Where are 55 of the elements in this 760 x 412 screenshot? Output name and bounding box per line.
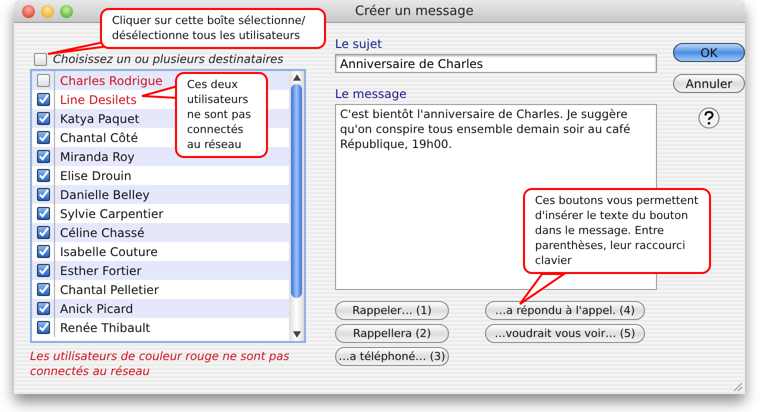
insert-text-button[interactable]: …a téléphoné… (3) [335,347,449,366]
offline-legend: Les utilisateurs de couleur rouge ne sont pas connectés au réseau [30,349,320,379]
recipient-name: Danielle Belley [59,188,150,202]
help-icon[interactable] [698,107,720,129]
recipient-checkbox[interactable] [36,188,50,201]
recipient-checkbox[interactable] [36,264,50,277]
recipient-row[interactable]: Esther Fortier [32,261,289,280]
recipient-checkbox[interactable] [36,207,50,220]
recipient-row[interactable]: Céline Chassé [32,223,289,242]
recipient-checkbox[interactable] [36,283,50,296]
scrollbar[interactable] [289,71,304,341]
callout-tooltip: Ces deux utilisateurs ne sont pas connectés au réseau [175,72,268,158]
recipient-checkbox[interactable] [36,112,50,125]
recipient-name: Chantal Pelletier [59,282,159,296]
subject-label: Le sujet [335,37,383,52]
recipient-name: Sylvie Carpentier [59,206,164,220]
recipient-checkbox[interactable] [36,150,50,163]
scrollbar-thumb[interactable] [291,84,302,298]
scroll-down-icon[interactable] [292,331,300,338]
insert-text-button[interactable]: …a répondu à l'appel. (4) [485,301,645,320]
recipient-name: Katya Paquet [59,112,140,126]
recipient-name: Chantal Côté [59,130,138,144]
recipient-name: Charles Rodrigue [59,74,163,88]
recipient-checkbox[interactable] [36,245,50,258]
recipient-name: Elise Drouin [59,168,132,182]
insert-text-button[interactable]: …voudrait vous voir… (5) [485,324,645,343]
recipients-label: Choisissez un ou plusieurs destinataires [53,52,284,66]
subject-field[interactable]: Anniversaire de Charles [335,54,657,73]
recipient-checkbox[interactable] [36,226,50,239]
recipient-name: Miranda Roy [59,150,135,164]
recipient-row[interactable]: Renée Thibault [32,318,289,337]
dialog-button[interactable]: OK [673,43,745,62]
recipient-name: Anick Picard [59,302,134,316]
recipient-row[interactable]: Danielle Belley [32,185,289,204]
recipient-name: Esther Fortier [59,264,142,278]
resize-grip-icon[interactable] [731,380,743,392]
recipient-name: Isabelle Couture [59,244,158,258]
recipient-name: Line Desilets [59,92,137,106]
recipient-name: Céline Chassé [59,226,144,240]
close-icon[interactable] [22,4,35,18]
recipient-name: Renée Thibault [59,320,150,334]
dialog-button[interactable]: Annuler [673,74,745,93]
recipient-checkbox[interactable] [36,302,50,315]
recipient-checkbox[interactable] [36,131,50,144]
recipient-checkbox[interactable] [36,93,50,106]
window-title: Créer un message [355,4,474,18]
recipient-checkbox[interactable] [36,169,50,182]
scroll-up-icon[interactable] [292,74,300,81]
insert-text-button[interactable]: Rappellera (2) [335,324,449,343]
recipient-checkbox[interactable] [36,321,50,334]
select-all-checkbox[interactable] [34,52,47,66]
insert-text-button[interactable]: Rappeler… (1) [335,301,449,320]
recipient-checkbox[interactable] [36,74,50,87]
recipient-row[interactable]: Anick Picard [32,299,289,318]
message-label: Le message [335,87,408,102]
